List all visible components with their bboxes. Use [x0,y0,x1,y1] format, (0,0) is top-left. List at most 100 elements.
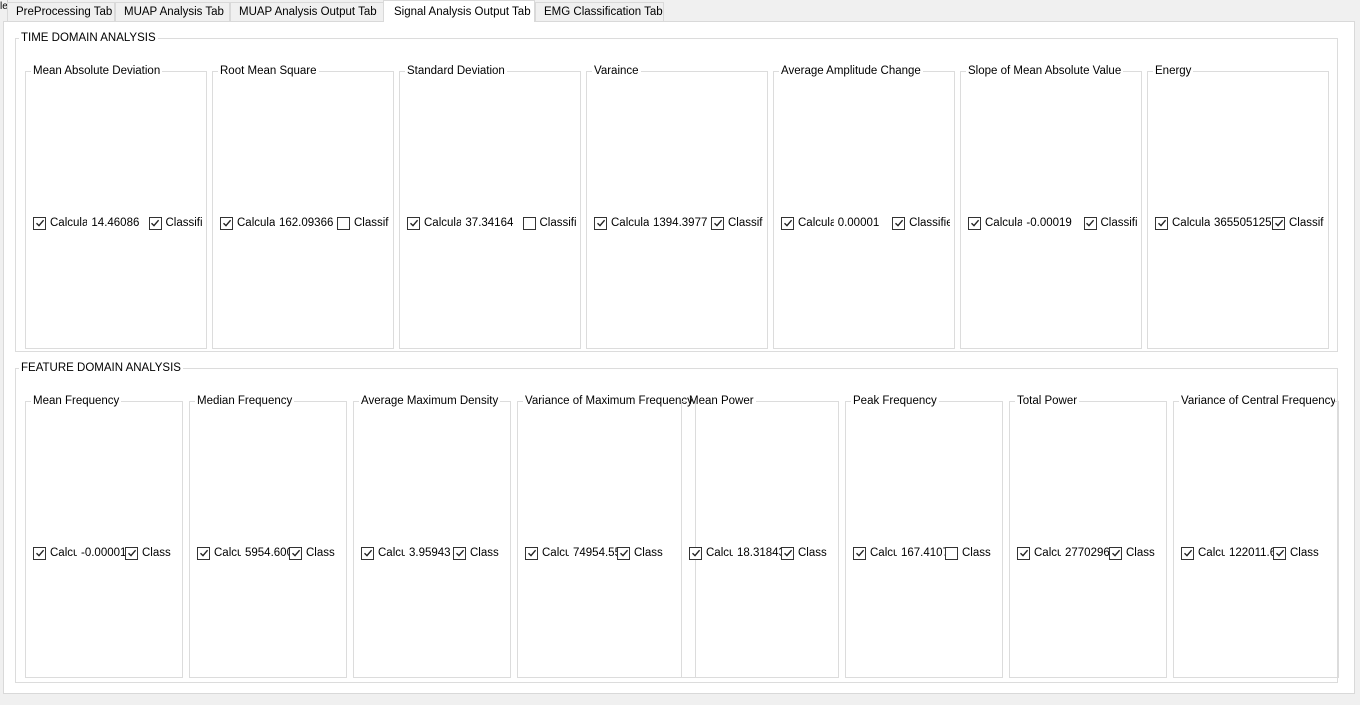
calculate-checkbox[interactable] [361,546,374,560]
classify-label: Classifi [539,217,576,229]
feature-value: -0.00001 [81,547,125,559]
calculate-label: Calcu [1198,547,1225,559]
classify-label: Class [798,547,827,559]
feature-title: Mean Absolute Deviation [33,65,161,77]
feature-row: Calcu 2770296 Class [1017,545,1162,561]
feature-value: 14.46086 [91,217,140,229]
calculate-checkbox[interactable] [689,546,702,560]
classify-checkbox[interactable] [125,546,138,560]
classify-label: Class [1126,547,1155,559]
feature-title: Total Power [1017,395,1078,407]
calculate-checkbox[interactable] [197,546,210,560]
classify-checkbox[interactable] [453,546,466,560]
classify-checkbox[interactable] [289,546,302,560]
calculate-label: Calcula [424,217,462,229]
calculate-label: Calcu [870,547,897,559]
feature-title: Average Amplitude Change [781,65,921,77]
classify-checkbox[interactable] [522,216,536,230]
calculate-checkbox[interactable] [594,216,607,230]
classify-label: Classif [728,217,763,229]
calculate-checkbox[interactable] [1181,546,1194,560]
tab-emg-classification[interactable]: EMG Classification Tab [535,2,664,22]
feature-value: 0.00001 [837,217,880,229]
calculate-checkbox[interactable] [525,546,538,560]
classify-checkbox[interactable] [711,216,724,230]
calculate-label: Calcula [50,217,88,229]
feature-row: Calcula 1394.3977 Classif [594,215,763,231]
feature-box-standard-deviation: Standard Deviation Calcula 37.34164 Classif… [399,65,581,349]
calculate-label: Calculat [798,217,834,229]
feature-value: 162.09366 [279,217,334,229]
feature-box-mean-absolute-deviation: Mean Absolute Deviation Calcula 14.46086 Cl… [25,65,207,349]
signal-analysis-output-panel: TIME DOMAIN ANALYSIS Mean Absolute Devia… [3,21,1355,694]
feature-value: -0.00019 [1026,217,1072,229]
feature-value: 167.4107 [901,547,945,559]
calculate-label: Calcu [50,547,77,559]
feature-value: 365505125 [1214,217,1272,229]
feature-row: Calcu 3.95943 Class [361,545,506,561]
feature-box-energy: Energy Calcula 365505125 Classif [1147,65,1329,349]
classify-label: Class [142,547,171,559]
calculate-label: Calcula [611,217,649,229]
feature-domain-group: FEATURE DOMAIN ANALYSIS Mean Frequency Ca… [15,362,1340,683]
feature-title: Energy [1155,65,1192,77]
calculate-checkbox[interactable] [1017,546,1030,560]
feature-box-peak-frequency: Peak Frequency Calcu 167.4107 Class [845,395,1003,678]
calculate-checkbox[interactable] [853,546,866,560]
classify-checkbox[interactable] [1083,216,1097,230]
calculate-checkbox[interactable] [781,216,794,230]
feature-box-varaince: Varaince Calcula 1394.3977 Classif [586,65,768,349]
calculate-label: Calcu [214,547,241,559]
calculate-checkbox[interactable] [220,216,233,230]
classify-checkbox[interactable] [337,216,350,230]
feature-value: 2770296 [1065,547,1109,559]
feature-row: Calcu 18.31843 Class [689,545,834,561]
feature-value: 74954.55 [573,547,617,559]
calculate-label: Calcu [1034,547,1061,559]
tab-muap-analysis-output[interactable]: MUAP Analysis Output Tab [230,2,387,22]
tab-signal-analysis-output[interactable]: Signal Analysis Output Tab [383,0,535,22]
classify-checkbox[interactable] [945,546,958,560]
feature-title: Peak Frequency [853,395,937,407]
calculate-checkbox[interactable] [33,216,46,230]
feature-value: 18.31843 [737,547,781,559]
feature-box-average-amplitude-change: Average Amplitude ChangeCalculat0.00001C… [773,65,955,349]
feature-value: 3.95943 [409,547,451,559]
classify-checkbox[interactable] [1273,546,1286,560]
classify-label: Classifi [165,217,202,229]
feature-row: Calcula 14.46086 Classifi [33,215,202,231]
calculate-checkbox[interactable] [968,216,981,230]
classify-label: Classif [354,217,389,229]
classify-label: Class [634,547,663,559]
classify-label: Classifie [909,217,950,229]
feature-title: Mean Frequency [33,395,120,407]
feature-box-root-mean-square: Root Mean Square Calcula 162.09366 Classif [212,65,394,349]
feature-value: 5954.600 [245,547,289,559]
classify-checkbox[interactable] [781,546,794,560]
feature-box-average-maximum-density: Average Maximum Density Calcu 3.95943 Class [353,395,511,678]
time-domain-group: TIME DOMAIN ANALYSIS Mean Absolute Devia… [15,32,1338,352]
tab-muap-analysis[interactable]: MUAP Analysis Tab [115,2,230,22]
calculate-label: Calcula [985,217,1023,229]
feature-row: Calcula -0.00019 Classifi [968,215,1137,231]
feature-row: Calculat0.00001 Classifie [781,215,950,231]
classify-label: Classif [1289,217,1324,229]
classify-checkbox[interactable] [892,216,906,230]
feature-row: Calcula 365505125 Classif [1155,215,1324,231]
classify-label: Class [470,547,499,559]
feature-value: 1394.3977 [653,217,708,229]
feature-value: 122011.6 [1229,547,1273,559]
feature-title: Varaince [594,65,639,77]
classify-checkbox[interactable] [148,216,162,230]
calculate-checkbox[interactable] [1155,216,1168,230]
tab-preprocessing[interactable]: PreProcessing Tab [7,2,115,22]
classify-checkbox[interactable] [1109,546,1122,560]
feature-row: Calcu 122011.6 Class [1181,545,1334,561]
calculate-checkbox[interactable] [407,216,420,230]
feature-box-median-frequency: Median Frequency Calcu 5954.600 Class [189,395,347,678]
calculate-label: Calcu [542,547,569,559]
calculate-checkbox[interactable] [33,546,46,560]
classify-checkbox[interactable] [617,546,630,560]
classify-label: Class [962,547,991,559]
classify-checkbox[interactable] [1272,216,1285,230]
